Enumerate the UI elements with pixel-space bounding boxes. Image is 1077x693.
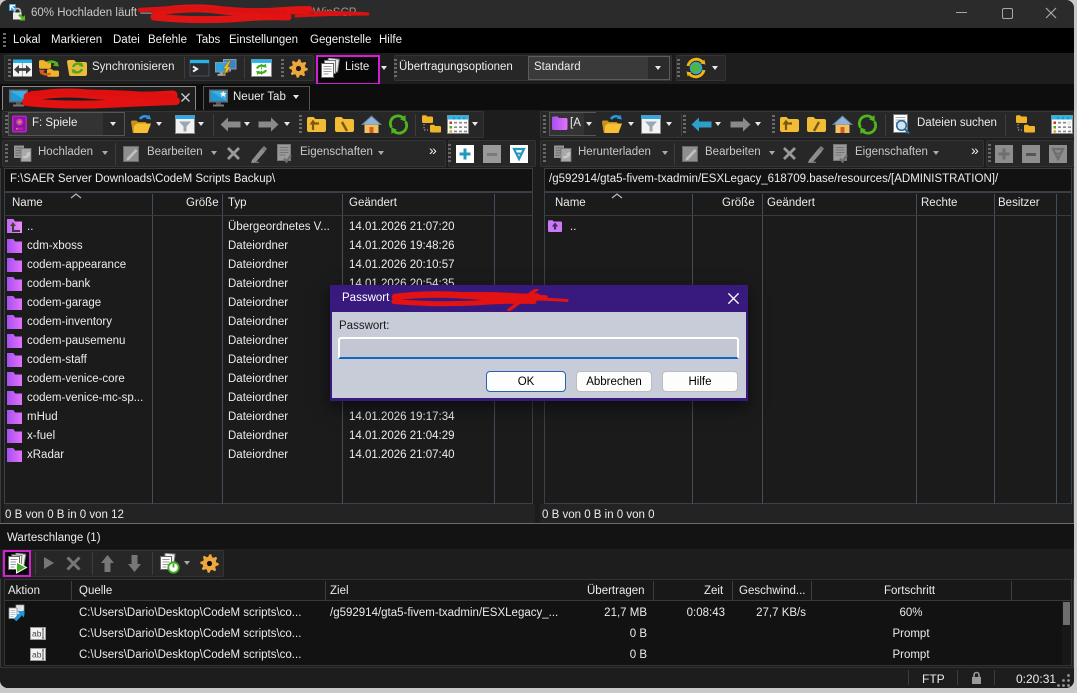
svg-text:ab: ab <box>32 629 42 639</box>
svg-text:ab: ab <box>32 650 42 660</box>
